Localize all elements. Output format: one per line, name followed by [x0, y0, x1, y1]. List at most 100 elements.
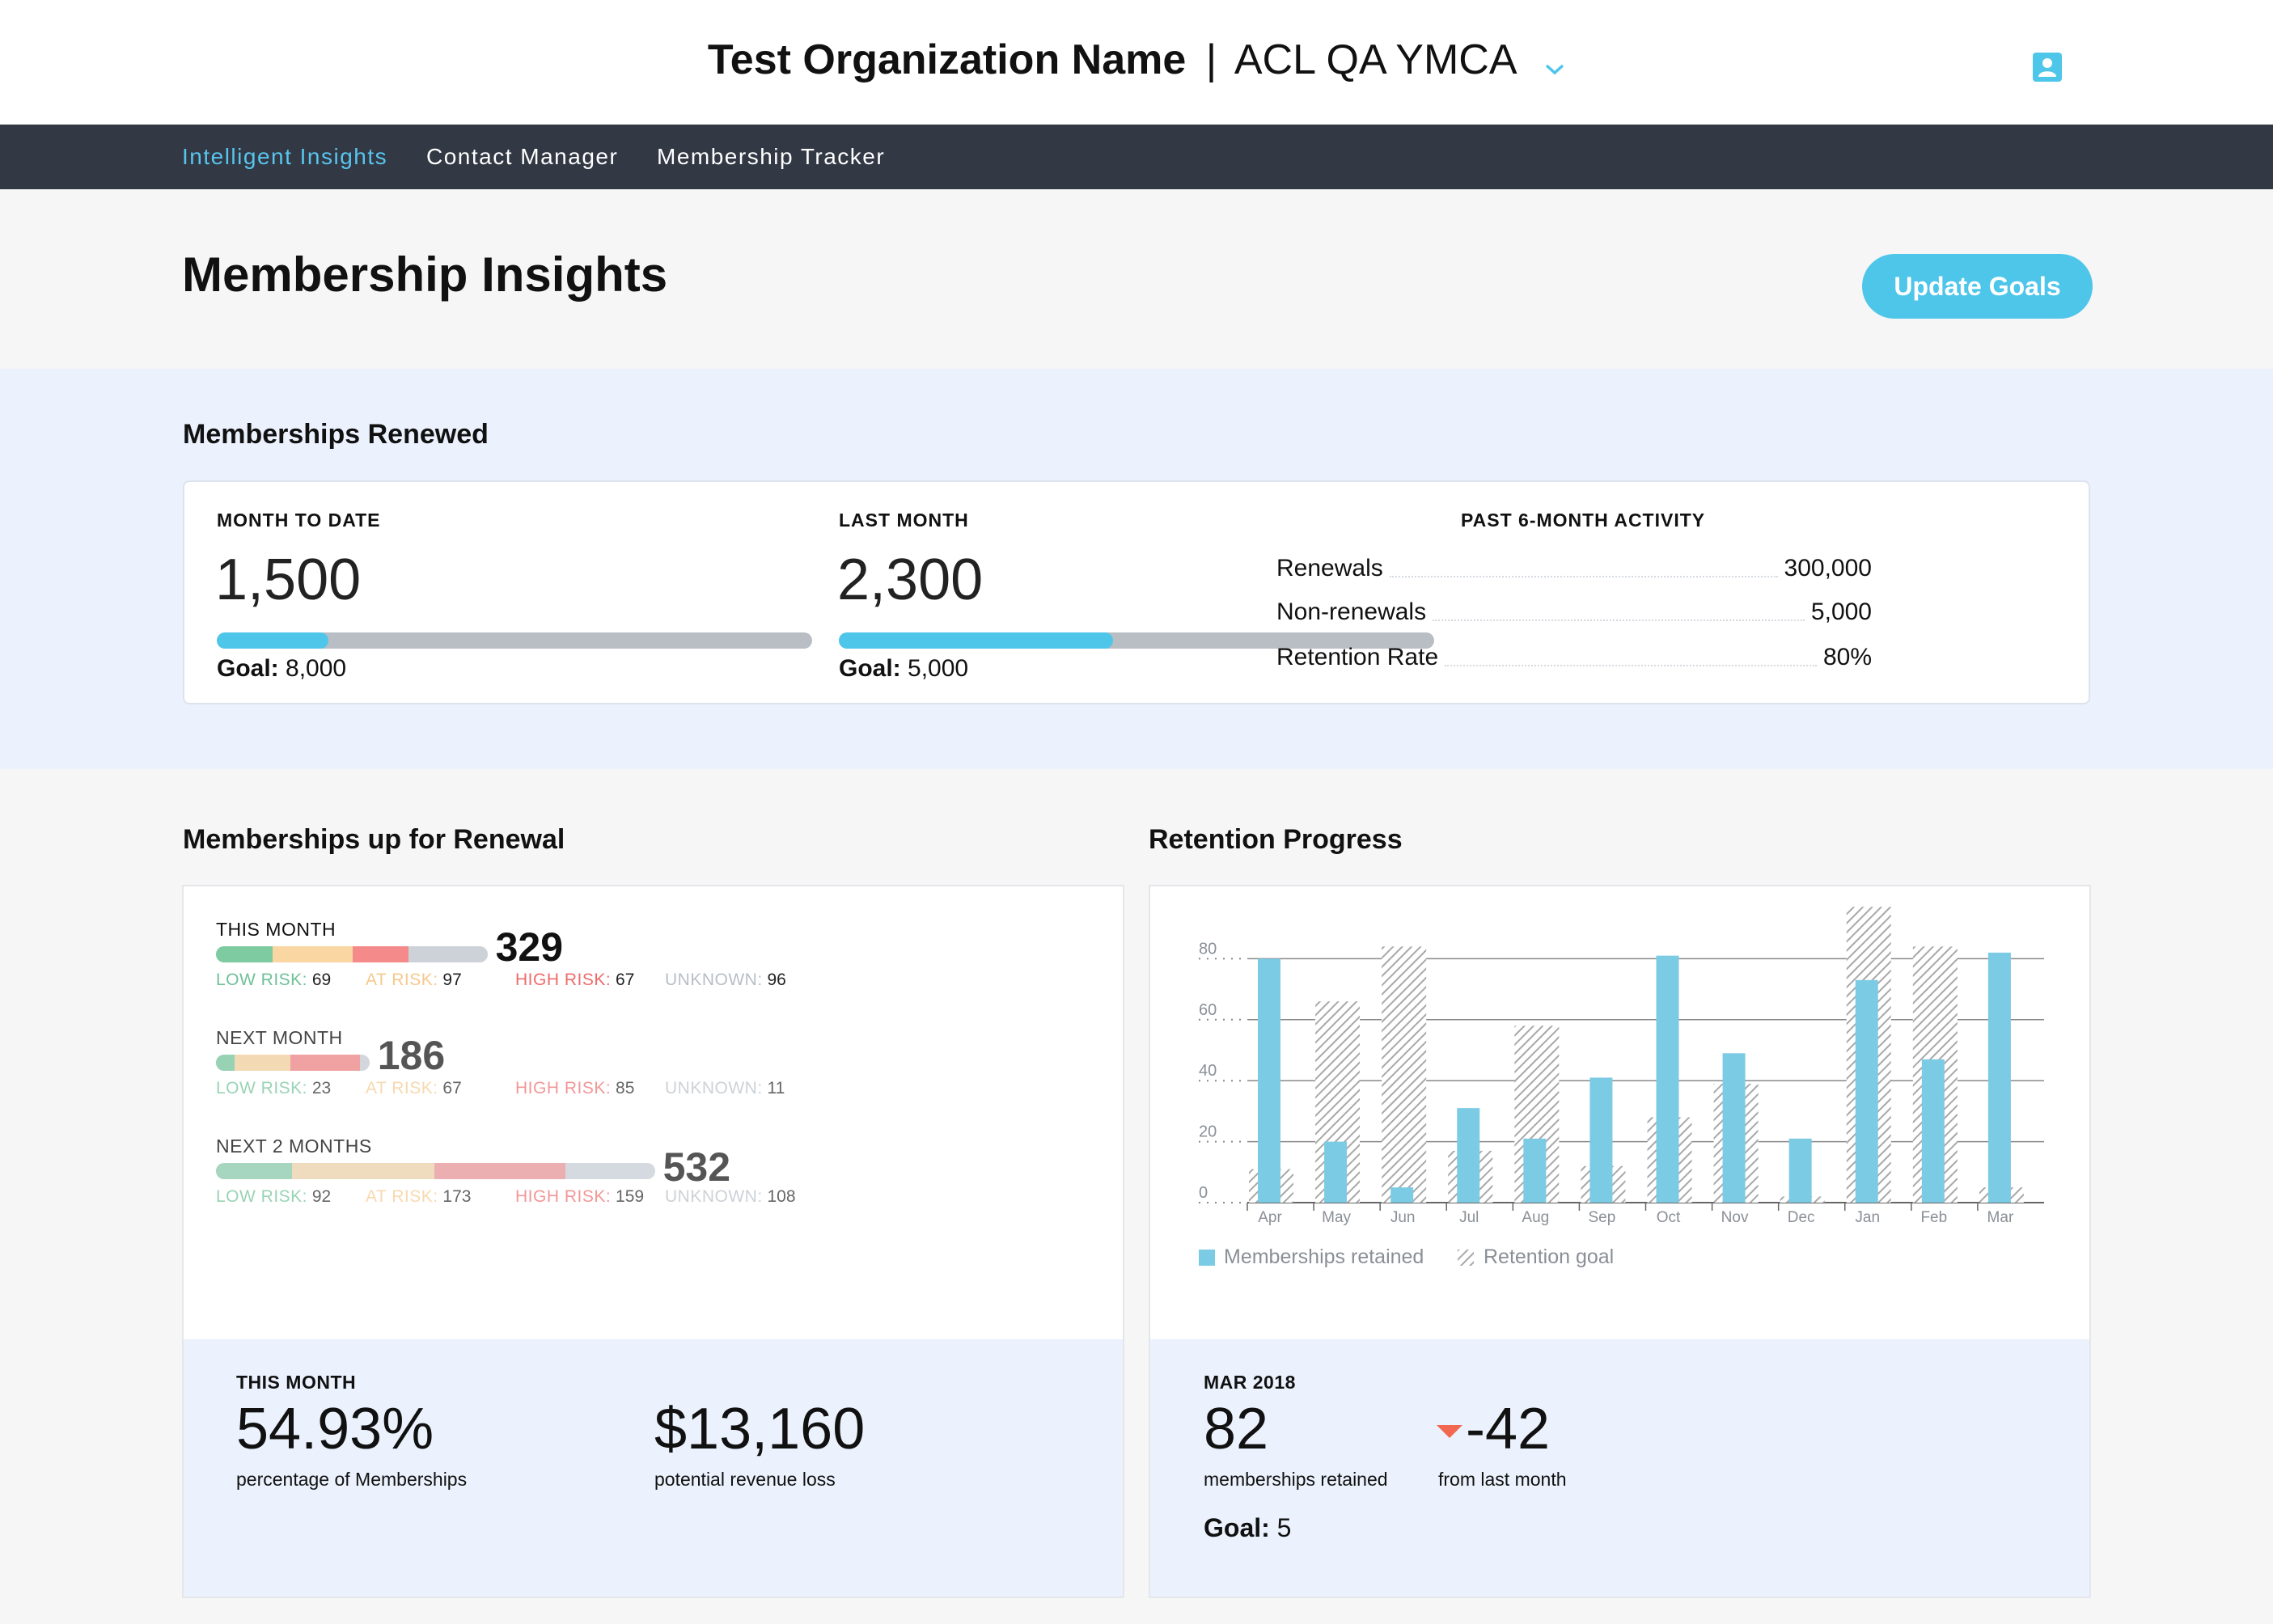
- risk-bar-segment-low: [216, 1163, 292, 1179]
- risk-legend-at: AT RISK: 67: [366, 1079, 462, 1097]
- chart-bar-retained-feb: [1921, 1059, 1945, 1203]
- update-goals-button[interactable]: Update Goals: [1862, 254, 2093, 319]
- chart-bar-retained-jun: [1390, 1187, 1414, 1203]
- risk-bar-segment-high: [290, 1055, 361, 1071]
- month-to-date-progress-fill: [217, 632, 328, 649]
- retention-footer: MAR 2018 82 memberships retained -42 fro…: [1150, 1339, 2089, 1597]
- chevron-down-icon[interactable]: [1544, 38, 1565, 87]
- risk-bar-segment-high: [353, 946, 408, 962]
- user-account-icon[interactable]: [2033, 53, 2062, 82]
- risk-group-label: THIS MONTH: [216, 919, 337, 940]
- risk-bar-segment-low: [216, 1055, 235, 1071]
- month-to-date-progress: [217, 632, 812, 649]
- risk-bar-segment-unknown: [408, 946, 488, 962]
- chart-xtick-label: Jul: [1459, 1209, 1479, 1226]
- retention-retained-value: 82: [1204, 1397, 1269, 1461]
- org-name: Test Organization Name: [707, 36, 1187, 83]
- chart-xtick-label: Sep: [1589, 1209, 1616, 1226]
- org-separator: |: [1205, 36, 1217, 83]
- activity-row-non-renewals: Non-renewals 5,000: [1276, 598, 1872, 625]
- legend-retained-label: Memberships retained: [1224, 1245, 1424, 1268]
- retention-change-value: -42: [1466, 1397, 1551, 1461]
- chart-xtick-label: Oct: [1657, 1209, 1681, 1226]
- memberships-renewed-title: Memberships Renewed: [183, 419, 489, 450]
- chart-xtick-label: Aug: [1522, 1209, 1549, 1226]
- chart-ytick-label: 40: [1199, 1062, 1217, 1080]
- chart-xtick-label: Feb: [1920, 1209, 1947, 1226]
- chart-ytick-label: 0: [1199, 1184, 1208, 1202]
- chart-xtick-label: May: [1322, 1209, 1351, 1226]
- renewal-footer: THIS MONTH 54.93% percentage of Membersh…: [184, 1339, 1123, 1597]
- month-to-date-label: MONTH TO DATE: [217, 510, 381, 531]
- chart-xtick-label: Mar: [1987, 1209, 2014, 1226]
- chart-bar-retained-dec: [1788, 1138, 1812, 1203]
- legend-retained-swatch: [1199, 1250, 1215, 1266]
- risk-group-label: NEXT MONTH: [216, 1027, 343, 1048]
- chart-ytick-label: 80: [1199, 940, 1217, 958]
- risk-group-total: 532: [662, 1144, 731, 1190]
- risk-bar-segment-at: [273, 946, 353, 962]
- renewal-percentage-caption: percentage of Memberships: [236, 1469, 468, 1490]
- last-month-value: 2,300: [837, 548, 984, 612]
- chart-bar-goal-jun: [1382, 946, 1427, 1203]
- retention-change-caption: from last month: [1438, 1469, 1567, 1490]
- retention-progress-card: 0 20 40 60 80 Apr May Jun Jul Aug Sep Oct Nov Dec Jan F…: [1149, 885, 2091, 1598]
- month-to-date-value: 1,500: [215, 548, 362, 612]
- chart-bar-retained-mar: [1987, 952, 2011, 1203]
- nav-intelligent-insights[interactable]: Intelligent Insights: [182, 144, 387, 170]
- chart-bar-retained-nov: [1722, 1053, 1746, 1203]
- retention-retained-caption: memberships retained: [1204, 1469, 1388, 1490]
- last-month-goal: Goal: 5,000: [839, 655, 969, 682]
- risk-bar: [216, 946, 488, 962]
- chart-xtick-label: Apr: [1258, 1209, 1282, 1226]
- risk-legend-low: LOW RISK: 92: [216, 1187, 332, 1206]
- legend-goal-label: Retention goal: [1484, 1245, 1615, 1268]
- risk-legend-high: HIGH RISK: 67: [515, 971, 635, 989]
- risk-group-label: NEXT 2 MONTHS: [216, 1136, 372, 1157]
- risk-legend-at: AT RISK: 97: [366, 971, 462, 989]
- renewal-revenue-loss: $13,160: [654, 1397, 866, 1461]
- app-header: Test Organization Name | ACL QA YMCA: [0, 0, 2273, 125]
- chart-bar-retained-oct: [1656, 955, 1679, 1203]
- chart-xtick-label: Jun: [1390, 1209, 1416, 1226]
- chart-bar-retained-apr: [1258, 958, 1280, 1203]
- memberships-up-for-renewal-card: THIS MONTH 329 LOW RISK: 69 AT RISK: 97 HIGH…: [182, 885, 1124, 1598]
- chart-xtick-label: Nov: [1721, 1209, 1749, 1226]
- activity-row-retention-rate: Retention Rate 80%: [1276, 644, 1872, 670]
- chart-bar-retained-may: [1324, 1141, 1348, 1203]
- renewal-percentage: 54.93%: [236, 1397, 434, 1461]
- nav-contact-manager[interactable]: Contact Manager: [426, 144, 618, 170]
- activity-label: PAST 6-MONTH ACTIVITY: [1461, 510, 1706, 531]
- risk-legend-low: LOW RISK: 69: [216, 971, 332, 989]
- risk-bar-segment-at: [235, 1055, 290, 1071]
- risk-bar-segment-unknown: [360, 1055, 370, 1071]
- risk-legend-at: AT RISK: 173: [366, 1187, 472, 1206]
- renewal-revenue-caption: potential revenue loss: [654, 1469, 836, 1490]
- chart-bar-retained-jul: [1457, 1108, 1480, 1203]
- chart-bar-retained-sep: [1589, 1077, 1613, 1203]
- chart-xtick-label: Dec: [1788, 1209, 1815, 1226]
- legend-goal-swatch: [1458, 1250, 1474, 1266]
- nav-membership-tracker[interactable]: Membership Tracker: [657, 144, 885, 170]
- risk-bar: [216, 1055, 370, 1071]
- risk-legend-unknown: UNKNOWN: 11: [665, 1079, 785, 1097]
- risk-group-total: 186: [377, 1033, 446, 1078]
- retention-chart: 0 20 40 60 80 Apr May Jun Jul Aug Sep Oct Nov Dec Jan F…: [1199, 907, 2044, 1226]
- chart-ytick-label: 20: [1199, 1123, 1217, 1141]
- risk-legend-unknown: UNKNOWN: 108: [665, 1187, 796, 1206]
- risk-bar-segment-high: [434, 1163, 566, 1179]
- retention-goal: Goal: 5: [1204, 1513, 1292, 1542]
- risk-group-total: 329: [495, 924, 564, 970]
- last-month-label: LAST MONTH: [839, 510, 969, 531]
- risk-bar-segment-at: [291, 1163, 435, 1179]
- risk-legend-high: HIGH RISK: 159: [515, 1187, 645, 1206]
- triangle-down-icon: [1437, 1425, 1462, 1438]
- chart-ytick-label: 60: [1199, 1001, 1217, 1019]
- risk-bar-segment-low: [216, 946, 273, 962]
- risk-bar: [216, 1163, 655, 1179]
- org-title[interactable]: Test Organization Name | ACL QA YMCA: [0, 36, 2273, 87]
- risk-bar-segment-unknown: [565, 1163, 655, 1179]
- page-title: Membership Insights: [182, 247, 668, 302]
- risk-legend-low: LOW RISK: 23: [216, 1079, 332, 1097]
- month-to-date-goal: Goal: 8,000: [217, 655, 347, 682]
